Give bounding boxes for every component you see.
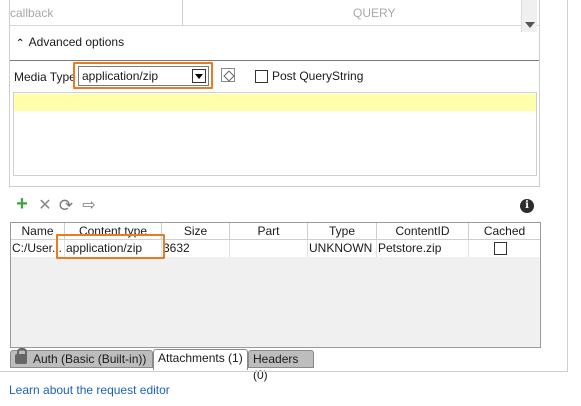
advanced-options-toggle[interactable]: ⌃ Advanced options (16, 35, 124, 51)
plus-icon[interactable]: + (14, 194, 30, 214)
param-name[interactable]: callback (10, 0, 53, 26)
export-icon[interactable]: ⇨ (81, 198, 97, 214)
tab-headers-label: Headers (0) (253, 352, 299, 382)
column-header-cached[interactable]: Cached (469, 223, 540, 240)
info-icon[interactable]: i (520, 199, 534, 213)
cell-type[interactable]: UNKNOWN (308, 240, 377, 257)
tab-attachments[interactable]: Attachments (1) (153, 349, 248, 370)
param-row[interactable]: callback QUERY (10, 0, 539, 26)
window-bottom-border (0, 371, 568, 372)
column-header-type[interactable]: Type (308, 223, 377, 240)
panel-bottom-border (10, 186, 539, 187)
param-scrollbar[interactable] (521, 0, 537, 32)
post-querystring-checkbox[interactable] (255, 70, 268, 83)
tab-auth-label: Auth (Basic (Built-in)) (33, 352, 147, 366)
chevron-up-icon: ⌃ (16, 38, 25, 49)
tab-headers[interactable]: Headers (0) (248, 350, 314, 382)
tab-attachments-label: Attachments (1) (158, 351, 243, 365)
refresh-icon[interactable]: ⟳ (58, 197, 74, 214)
highlight-content-type (56, 234, 165, 259)
current-line (14, 94, 536, 111)
cell-content-id[interactable]: Petstore.zip (377, 240, 469, 257)
lock-icon (15, 348, 27, 364)
request-body-editor[interactable] (13, 92, 537, 176)
generate-icon[interactable] (221, 68, 235, 82)
close-icon[interactable]: ✕ (37, 198, 53, 214)
advanced-options-label: Advanced options (28, 35, 125, 49)
section-divider (10, 60, 539, 61)
cell-part[interactable] (230, 240, 308, 257)
cached-checkbox[interactable] (494, 242, 507, 255)
param-style[interactable]: QUERY (353, 0, 395, 26)
param-divider (182, 0, 183, 26)
scroll-down-icon[interactable] (525, 22, 535, 28)
column-header-content-id[interactable]: ContentID (377, 223, 469, 240)
panel-right-border (539, 0, 540, 187)
learn-link[interactable]: Learn about the request editor (9, 383, 170, 397)
cell-size[interactable]: 3632 (162, 240, 230, 257)
post-querystring-label: Post QueryString (272, 69, 364, 83)
highlight-media-type (73, 62, 213, 89)
column-header-part[interactable]: Part (230, 223, 308, 240)
column-header-size[interactable]: Size (162, 223, 230, 240)
window-right-border (567, 0, 568, 372)
panel-left-border (9, 0, 10, 187)
media-type-label: Media Type (14, 70, 76, 84)
tab-auth[interactable]: Auth (Basic (Built-in)) (10, 348, 153, 368)
